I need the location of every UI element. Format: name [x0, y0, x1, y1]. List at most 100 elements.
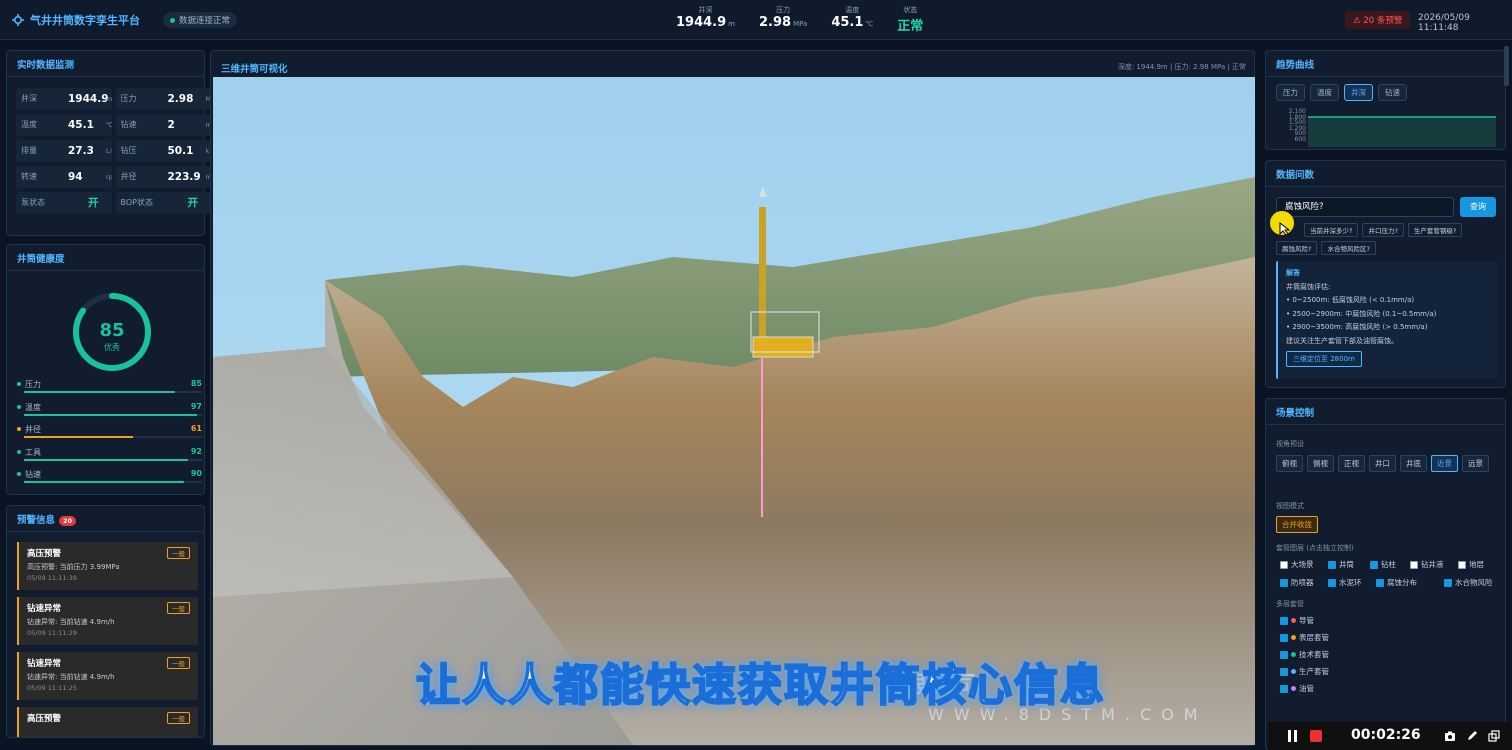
trend-tab[interactable]: 钻速	[1378, 84, 1407, 101]
page-scrollbar[interactable]	[1504, 46, 1509, 86]
realtime-value: 27.3	[68, 145, 94, 157]
layers-label: 套管图层 (点击独立控制)	[1276, 544, 1354, 552]
view-preset-button[interactable]: 井底	[1400, 455, 1427, 472]
brand: 气井井筒数字孪生平台	[12, 12, 140, 28]
checkbox-icon[interactable]	[1444, 578, 1452, 587]
panel-title: 井筒健康度	[7, 245, 204, 271]
trend-tab[interactable]: 压力	[1276, 84, 1305, 101]
3d-scene[interactable]	[213, 77, 1255, 745]
view-preset-button[interactable]: 井口	[1369, 455, 1396, 472]
realtime-value: 50.1	[167, 145, 194, 157]
layer-checkbox[interactable]: 钻柱	[1370, 559, 1396, 570]
layer-checkbox[interactable]: 水泥环	[1328, 577, 1362, 588]
app-title: 气井井筒数字孪生平台	[30, 14, 140, 27]
qa-answer: 解答 井筒腐蚀评估: • 0~2500m: 低腐蚀风险 (< 0.1mm/a) • …	[1276, 261, 1498, 379]
alert-title: 钻速异常	[27, 659, 62, 669]
checkbox-icon[interactable]	[1280, 667, 1288, 676]
checkbox-icon[interactable]	[1458, 560, 1466, 569]
3d-wellbore-viewport[interactable]: 限公司 WWW.8DSTM.COM 让人人都能快速获取井筒核心信息	[213, 77, 1255, 745]
layer-checkbox[interactable]: 大场景	[1280, 559, 1314, 570]
checkbox-icon[interactable]	[1370, 560, 1378, 569]
layer-checkbox[interactable]: 防喷器	[1280, 577, 1314, 588]
casing-label: 表层套管	[1299, 633, 1329, 642]
alert-item[interactable]: 钻速异常 一般 钻速异常: 当前钻速 4.9m/h 05/09 11:11:29	[17, 597, 198, 645]
checkbox-icon[interactable]	[1280, 578, 1288, 587]
layer-checkbox[interactable]: 地层	[1458, 559, 1484, 570]
view-preset-button[interactable]: 近景	[1431, 455, 1458, 472]
locate-3d-button[interactable]: 三维定位至 2800m	[1286, 351, 1362, 367]
qa-suggestion-chip[interactable]: 井口压力?	[1362, 223, 1404, 237]
view-preset-button[interactable]: 正视	[1338, 455, 1365, 472]
alarm-badge[interactable]: ⚠ 20 条预警	[1345, 11, 1411, 29]
layer-checkbox[interactable]: 腐蚀分布	[1376, 577, 1417, 588]
checkbox-icon[interactable]	[1328, 560, 1336, 569]
alert-item[interactable]: 高压预警 一般	[17, 707, 198, 737]
casing-checkbox[interactable]: 技术套管	[1280, 649, 1329, 660]
checkbox-icon[interactable]	[1280, 560, 1288, 569]
health-score: 85	[99, 320, 124, 341]
viewer-info: 深度: 1944.9m | 压力: 2.98 MPa | 正常	[1117, 63, 1246, 71]
qa-suggestion-chip[interactable]: 水合物风险区?	[1321, 241, 1376, 255]
alert-item[interactable]: 钻速异常 一般 钻速异常: 当前钻速 4.9m/h 05/09 11:11:25	[17, 652, 198, 700]
realtime-value: 2	[167, 119, 175, 131]
qa-panel: 数据问数 腐蚀风险? 查询 当前井深多少? 井口压力? 生产套管钢级? 腐蚀风险? 水合…	[1265, 160, 1506, 388]
layer-label: 大场景	[1291, 560, 1314, 569]
layer-checkbox[interactable]: 钻井液	[1410, 559, 1444, 570]
view-preset-button[interactable]: 侧视	[1307, 455, 1334, 472]
view-preset-button[interactable]: 俯视	[1276, 455, 1303, 472]
casing-checkbox[interactable]: 导管	[1280, 615, 1314, 626]
qa-query-button[interactable]: 查询	[1460, 197, 1496, 217]
checkbox-icon[interactable]	[1410, 560, 1418, 569]
layer-label: 水合物风险	[1455, 578, 1493, 587]
trend-tabs: 压力 温度 井深 钻速	[1266, 77, 1505, 108]
alert-item[interactable]: 高压预警 一般 高压预警: 当前压力 3.99MPa 05/09 11:11:39	[17, 542, 198, 590]
health-bar-fill	[24, 391, 176, 393]
realtime-label: 转速	[21, 172, 37, 181]
health-score-ring: 85 优秀	[73, 293, 151, 371]
checkbox-icon[interactable]	[1280, 650, 1288, 659]
pen-icon[interactable]	[1466, 730, 1478, 742]
pause-icon[interactable]	[1288, 730, 1298, 742]
answer-title: 解答	[1286, 269, 1300, 277]
trend-tab[interactable]: 温度	[1310, 84, 1339, 101]
casing-checkbox[interactable]: 生产套管	[1280, 666, 1329, 677]
qa-suggestion-chip[interactable]: 生产套管钢级?	[1407, 223, 1463, 237]
view-preset-button[interactable]: 远景	[1462, 455, 1489, 472]
checkbox-icon[interactable]	[1280, 633, 1288, 642]
checkbox-icon[interactable]	[1328, 578, 1336, 587]
alert-title: 高压预警	[27, 714, 62, 724]
metric-label: 压力	[776, 6, 791, 14]
health-bar-fill	[24, 413, 197, 416]
layer-checkbox[interactable]: 井筒	[1328, 559, 1354, 570]
checkbox-icon[interactable]	[1280, 684, 1288, 693]
scene-panel: 场景控制 视角预设 俯视 侧视 正视 井口 井底 近景 远景 视图模式 合并收拢 套管图层 …	[1265, 398, 1506, 750]
casing-label: 油管	[1299, 684, 1314, 693]
checkbox-icon[interactable]	[1280, 616, 1288, 625]
casing-checkbox[interactable]: 油管	[1280, 683, 1314, 694]
merge-collapse-button[interactable]: 合并收拢	[1276, 516, 1318, 533]
realtime-label: 钻速	[120, 120, 137, 129]
checkbox-icon[interactable]	[1376, 578, 1384, 587]
metric-label: 井深	[698, 6, 713, 14]
metric-depth: 井深 1944.9 m	[676, 5, 735, 34]
realtime-value: 2.98	[167, 93, 194, 105]
casing-label: 生产套管	[1299, 667, 1329, 676]
qa-input[interactable]: 腐蚀风险?	[1276, 197, 1454, 217]
layer-checkbox[interactable]: 水合物风险	[1444, 577, 1493, 588]
stop-record-icon[interactable]	[1310, 730, 1322, 742]
qa-suggestion-chip[interactable]: 当前井深多少?	[1304, 223, 1359, 237]
layer-label: 钻井液	[1421, 560, 1444, 569]
health-bar	[24, 391, 202, 393]
health-bar	[24, 481, 202, 483]
alert-desc: 钻速异常: 当前钻速 4.9m/h	[27, 673, 115, 681]
trend-tab[interactable]: 井深	[1344, 84, 1373, 101]
metric-unit: MPa	[793, 20, 808, 28]
window-icon[interactable]	[1488, 730, 1500, 742]
realtime-label: 温度	[21, 120, 37, 129]
casing-checkbox[interactable]: 表层套管	[1280, 632, 1329, 643]
derrick-mast	[759, 207, 766, 339]
viewer-title: 三维井筒可视化	[221, 64, 288, 75]
qa-suggestion-chip[interactable]: 腐蚀风险?	[1276, 241, 1318, 255]
health-bar	[24, 436, 202, 438]
camera-icon[interactable]	[1444, 730, 1456, 742]
